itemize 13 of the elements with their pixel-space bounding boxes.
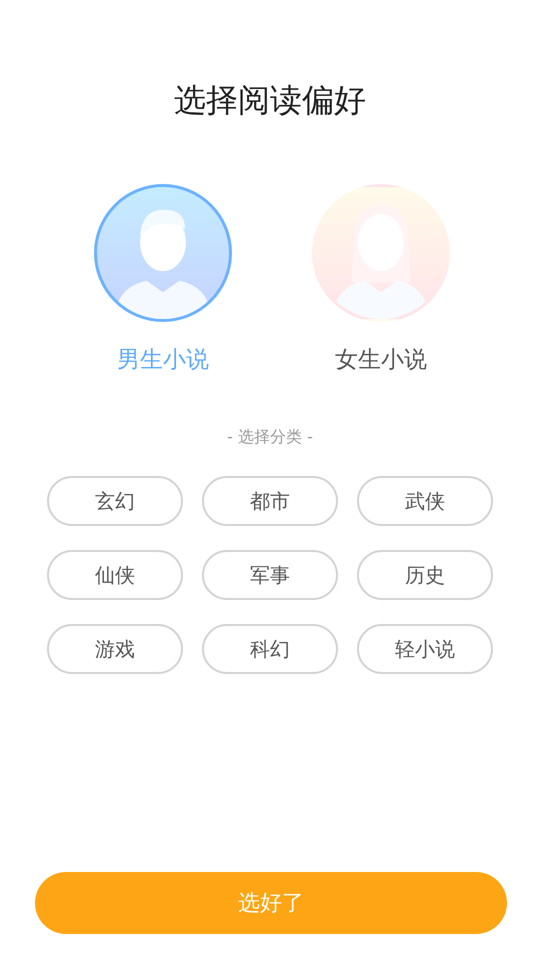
- category-tag[interactable]: 游戏: [47, 624, 183, 674]
- category-tag[interactable]: 武侠: [357, 476, 493, 526]
- section-label: - 选择分类 -: [227, 427, 313, 448]
- category-tag[interactable]: 轻小说: [357, 624, 493, 674]
- category-tag[interactable]: 军事: [202, 550, 338, 600]
- category-tag[interactable]: 历史: [357, 550, 493, 600]
- category-tag[interactable]: 玄幻: [47, 476, 183, 526]
- gender-label: 女生小说: [335, 346, 427, 375]
- gender-label: 男生小说: [117, 346, 209, 375]
- category-tag[interactable]: 都市: [202, 476, 338, 526]
- category-tag[interactable]: 科幻: [202, 624, 338, 674]
- category-tag[interactable]: 仙侠: [47, 550, 183, 600]
- page-title: 选择阅读偏好: [174, 80, 366, 121]
